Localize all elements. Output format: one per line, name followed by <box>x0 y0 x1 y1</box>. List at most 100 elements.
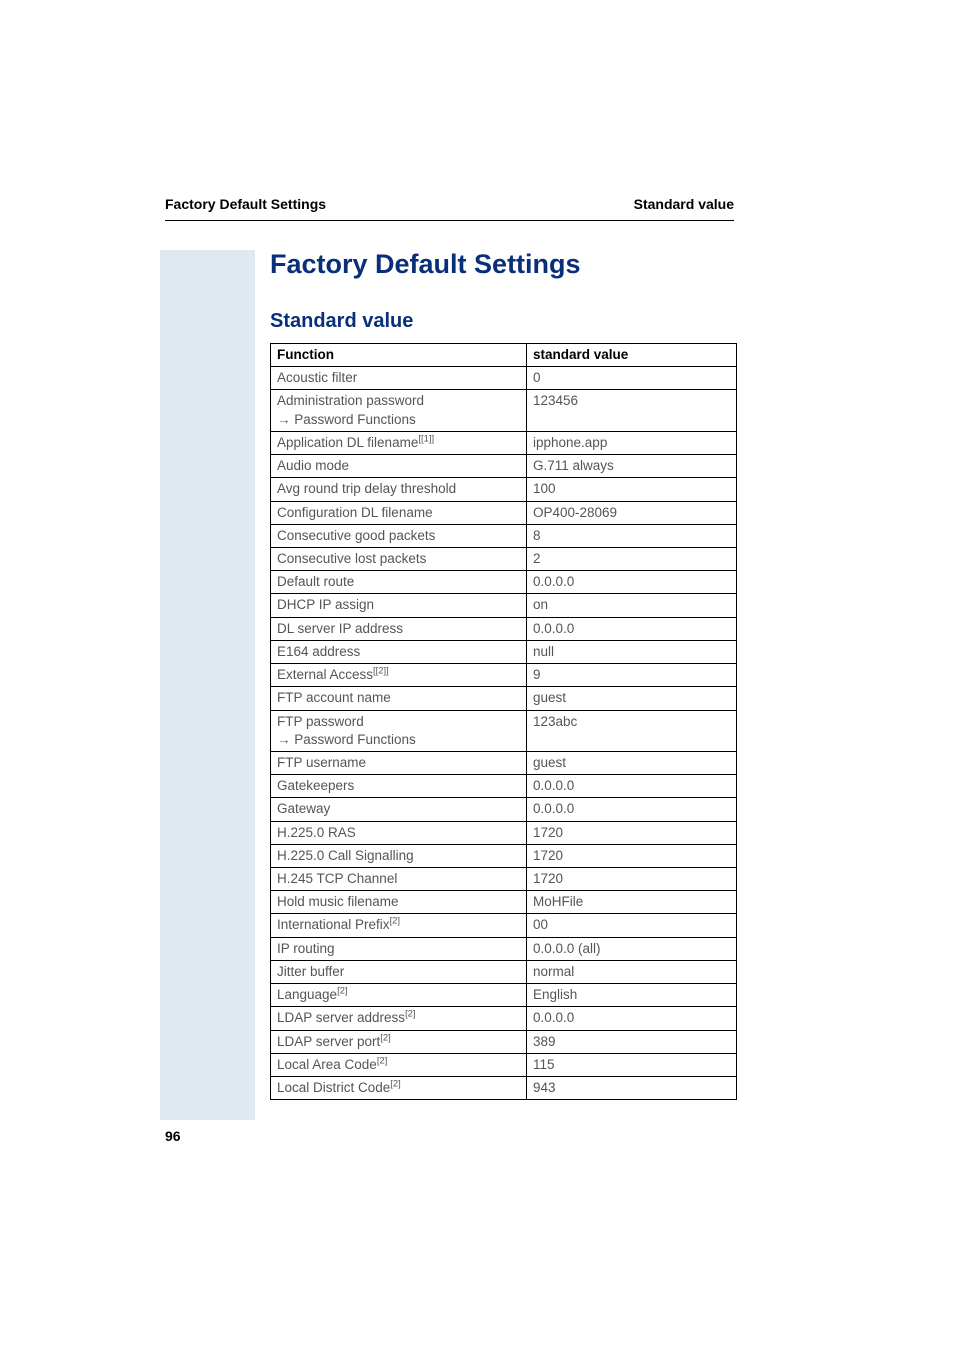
function-cell: IP routing <box>271 937 527 960</box>
arrow-icon: → Password Functions <box>277 732 416 747</box>
value-cell: guest <box>527 751 737 774</box>
value-cell: 1720 <box>527 821 737 844</box>
function-cell: LDAP server port[2] <box>271 1030 527 1053</box>
footnote-ref: [2] <box>390 1079 401 1090</box>
section-subtitle: Standard value <box>0 310 954 333</box>
footnote-ref: [2] <box>337 986 348 997</box>
footnote-ref: [[2]] <box>373 666 389 677</box>
function-cell: Language[2] <box>271 984 527 1007</box>
value-cell: null <box>527 640 737 663</box>
function-cell: FTP account name <box>271 687 527 710</box>
table-row: H.245 TCP Channel1720 <box>271 868 737 891</box>
table-row: International Prefix[2]00 <box>271 914 737 937</box>
value-cell: OP400-28069 <box>527 501 737 524</box>
function-cell: Audio mode <box>271 455 527 478</box>
value-cell: 123abc <box>527 710 737 751</box>
table-row: H.225.0 Call Signalling1720 <box>271 844 737 867</box>
function-cell: FTP password→ Password Functions <box>271 710 527 751</box>
col-value: standard value <box>527 344 737 367</box>
function-cell: Local Area Code[2] <box>271 1053 527 1076</box>
value-cell: 8 <box>527 524 737 547</box>
value-cell: on <box>527 594 737 617</box>
function-cell: FTP username <box>271 751 527 774</box>
value-cell: 389 <box>527 1030 737 1053</box>
table-row: FTP usernameguest <box>271 751 737 774</box>
value-cell: 9 <box>527 664 737 687</box>
table-row: Hold music filenameMoHFile <box>271 891 737 914</box>
function-cell: H.225.0 RAS <box>271 821 527 844</box>
table-row: LDAP server address[2]0.0.0.0 <box>271 1007 737 1030</box>
footnote-ref: [2] <box>380 1032 391 1043</box>
table-row: Application DL filename[[1]]ipphone.app <box>271 431 737 454</box>
value-cell: guest <box>527 687 737 710</box>
header-rule <box>165 220 734 221</box>
table-row: Acoustic filter0 <box>271 367 737 390</box>
function-cell: Acoustic filter <box>271 367 527 390</box>
running-header: Factory Default Settings Standard value <box>0 196 954 212</box>
header-left: Factory Default Settings <box>165 196 326 212</box>
value-cell: 0.0.0.0 <box>527 617 737 640</box>
footnote-ref: [2] <box>377 1055 388 1066</box>
footnote-ref: [2] <box>390 916 401 927</box>
function-cell: Configuration DL filename <box>271 501 527 524</box>
header-right: Standard value <box>634 196 734 212</box>
value-cell: English <box>527 984 737 1007</box>
value-cell: 1720 <box>527 868 737 891</box>
table-header-row: Function standard value <box>271 344 737 367</box>
footnote-ref: [2] <box>405 1009 416 1020</box>
function-cell: H.225.0 Call Signalling <box>271 844 527 867</box>
value-cell: 943 <box>527 1077 737 1100</box>
table-row: Local District Code[2]943 <box>271 1077 737 1100</box>
table-row: Jitter buffernormal <box>271 960 737 983</box>
function-cell: H.245 TCP Channel <box>271 868 527 891</box>
function-cell: E164 address <box>271 640 527 663</box>
value-cell: 00 <box>527 914 737 937</box>
table-row: Avg round trip delay threshold100 <box>271 478 737 501</box>
function-cell: International Prefix[2] <box>271 914 527 937</box>
page-number: 96 <box>0 1128 954 1144</box>
value-cell: MoHFile <box>527 891 737 914</box>
value-cell: 123456 <box>527 390 737 431</box>
value-cell: ipphone.app <box>527 431 737 454</box>
function-cell: Local District Code[2] <box>271 1077 527 1100</box>
value-cell: 0.0.0.0 (all) <box>527 937 737 960</box>
table-row: Configuration DL filenameOP400-28069 <box>271 501 737 524</box>
function-cell: DHCP IP assign <box>271 594 527 617</box>
function-cell: Consecutive lost packets <box>271 547 527 570</box>
table-row: Administration password→ Password Functi… <box>271 390 737 431</box>
table-row: Default route0.0.0.0 <box>271 571 737 594</box>
arrow-icon: → Password Functions <box>277 412 416 427</box>
value-cell: normal <box>527 960 737 983</box>
table-row: E164 addressnull <box>271 640 737 663</box>
function-cell: Hold music filename <box>271 891 527 914</box>
table-row: DL server IP address0.0.0.0 <box>271 617 737 640</box>
table-row: DHCP IP assignon <box>271 594 737 617</box>
function-cell: Consecutive good packets <box>271 524 527 547</box>
value-cell: 0.0.0.0 <box>527 571 737 594</box>
table-row: H.225.0 RAS1720 <box>271 821 737 844</box>
table-row: Audio modeG.711 always <box>271 455 737 478</box>
value-cell: G.711 always <box>527 455 737 478</box>
function-cell: Gatekeepers <box>271 775 527 798</box>
value-cell: 2 <box>527 547 737 570</box>
value-cell: 115 <box>527 1053 737 1076</box>
value-cell: 0 <box>527 367 737 390</box>
table-row: Consecutive lost packets2 <box>271 547 737 570</box>
page-title: Factory Default Settings <box>0 249 954 280</box>
value-cell: 0.0.0.0 <box>527 798 737 821</box>
function-cell: Gateway <box>271 798 527 821</box>
function-cell: Jitter buffer <box>271 960 527 983</box>
value-cell: 0.0.0.0 <box>527 775 737 798</box>
table-row: FTP password→ Password Functions123abc <box>271 710 737 751</box>
function-cell: LDAP server address[2] <box>271 1007 527 1030</box>
settings-table: Function standard value Acoustic filter0… <box>270 343 737 1100</box>
table-row: IP routing0.0.0.0 (all) <box>271 937 737 960</box>
table-row: FTP account nameguest <box>271 687 737 710</box>
table-row: Language[2]English <box>271 984 737 1007</box>
table-row: LDAP server port[2]389 <box>271 1030 737 1053</box>
function-cell: Avg round trip delay threshold <box>271 478 527 501</box>
table-row: Gateway0.0.0.0 <box>271 798 737 821</box>
table-row: Gatekeepers0.0.0.0 <box>271 775 737 798</box>
table-row: Local Area Code[2]115 <box>271 1053 737 1076</box>
value-cell: 1720 <box>527 844 737 867</box>
